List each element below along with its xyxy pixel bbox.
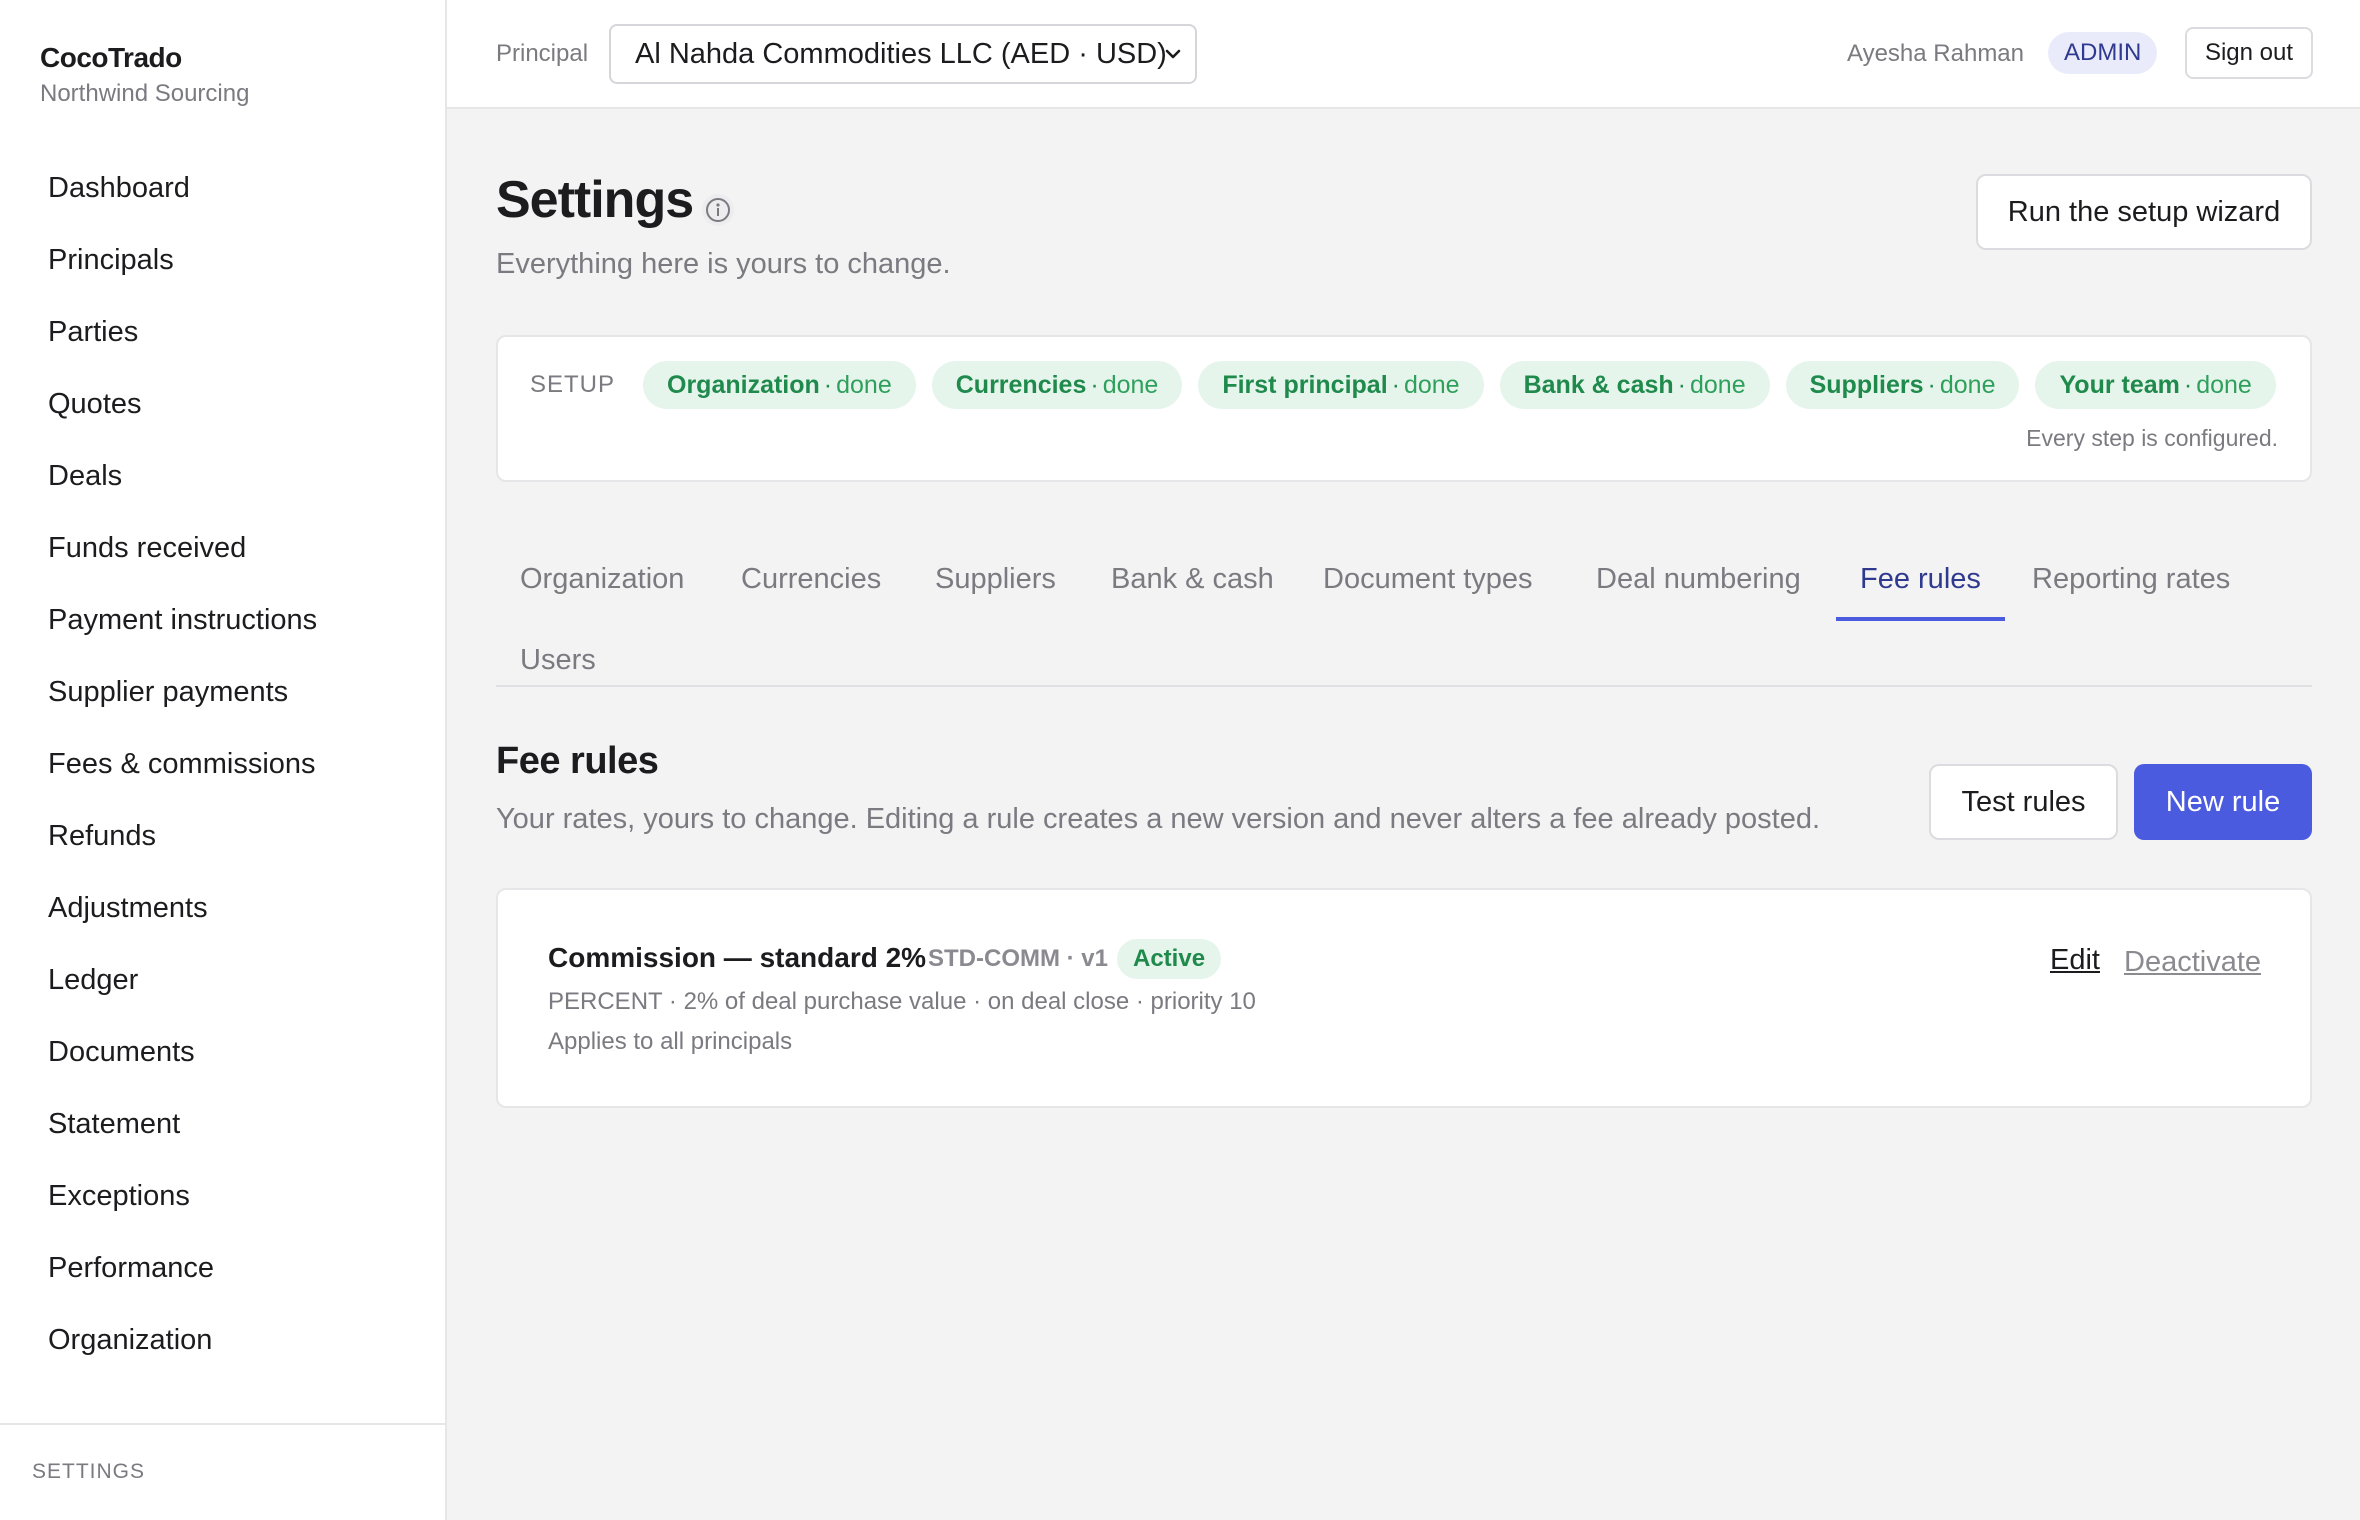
principal-select[interactable]: Al Nahda Commodities LLC (AED · USD)	[609, 24, 1197, 84]
rule-scope: Applies to all principals	[548, 1028, 793, 1055]
step-separator: ·	[2183, 371, 2193, 399]
step-separator: ·	[1090, 371, 1099, 399]
status-badge: Active	[1117, 939, 1222, 979]
setup-step-organization[interactable]: Organization · done	[643, 361, 916, 409]
step-status: done	[1939, 371, 1996, 399]
tab-organization[interactable]: Organization	[520, 549, 684, 621]
deactivate-rule-link[interactable]: Deactivate	[2124, 946, 2261, 979]
top-bar: Principal Al Nahda Commodities LLC (AED …	[447, 0, 2360, 109]
sidebar-item-parties[interactable]: Parties	[0, 304, 445, 376]
setup-note: Every step is configured.	[2026, 425, 2278, 451]
step-name: Organization	[667, 371, 820, 399]
fee-rules-subtitle: Your rates, yours to change. Editing a r…	[496, 803, 1821, 835]
fee-rules-title: Fee rules	[496, 740, 659, 782]
principal-select-value: Al Nahda Commodities LLC (AED · USD)	[635, 38, 1167, 70]
step-separator: ·	[1391, 371, 1400, 399]
tab-currencies[interactable]: Currencies	[741, 549, 881, 621]
sidebar-divider	[0, 1423, 445, 1425]
sidebar-item-principals[interactable]: Principals	[0, 232, 445, 304]
step-name: Currencies	[955, 371, 1087, 399]
rule-name: Commission — standard 2%	[548, 942, 927, 973]
setup-label: SETUP	[530, 371, 616, 398]
setup-step-your-team[interactable]: Your team · done	[2035, 361, 2276, 409]
rule-code: STD-COMM · v1	[928, 945, 1108, 972]
setup-steps: Organization · done Currencies · done First …	[643, 361, 2276, 409]
sidebar-item-exceptions[interactable]: Exceptions	[0, 1168, 445, 1240]
sidebar-item-adjustments[interactable]: Adjustments	[0, 880, 445, 952]
info-icon[interactable]	[700, 192, 736, 228]
sidebar-section-settings[interactable]: SETTINGS	[32, 1460, 145, 1484]
settings-tabs: Organization Currencies Suppliers Bank &…	[496, 533, 2312, 687]
brand-name: CocoTrado	[40, 42, 182, 73]
tab-users[interactable]: Users	[520, 630, 596, 702]
sidebar-item-documents[interactable]: Documents	[0, 1024, 445, 1096]
sidebar: CocoTrado Northwind Sourcing Dashboard P…	[0, 0, 447, 1520]
chevron-down-icon	[1165, 49, 1181, 59]
user-name: Ayesha Rahman	[1847, 40, 2024, 67]
sidebar-item-quotes[interactable]: Quotes	[0, 376, 445, 448]
sidebar-item-fees-commissions[interactable]: Fees & commissions	[0, 736, 445, 808]
sidebar-nav: Dashboard Principals Parties Quotes Deal…	[0, 160, 445, 1384]
sidebar-item-deals[interactable]: Deals	[0, 448, 445, 520]
new-rule-button[interactable]: New rule	[2134, 764, 2312, 840]
sidebar-item-ledger[interactable]: Ledger	[0, 952, 445, 1024]
sidebar-item-organization[interactable]: Organization	[0, 1312, 445, 1384]
tab-fee-rules[interactable]: Fee rules	[1836, 549, 2005, 621]
sidebar-item-payment-instructions[interactable]: Payment instructions	[0, 592, 445, 664]
sidebar-item-supplier-payments[interactable]: Supplier payments	[0, 664, 445, 736]
step-name: Suppliers	[1809, 371, 1924, 399]
sidebar-item-funds-received[interactable]: Funds received	[0, 520, 445, 592]
role-badge: ADMIN	[2048, 32, 2158, 74]
page-title: Settings	[496, 171, 694, 229]
sidebar-item-refunds[interactable]: Refunds	[0, 808, 445, 880]
setup-progress-card: SETUP Organization · done Currencies · done …	[496, 335, 2312, 482]
setup-step-currencies[interactable]: Currencies · done	[931, 361, 1183, 409]
step-separator: ·	[1927, 371, 1936, 399]
tab-document-types[interactable]: Document types	[1323, 549, 1533, 621]
sign-out-button[interactable]: Sign out	[2185, 27, 2313, 79]
step-separator: ·	[823, 371, 833, 399]
step-status: done	[836, 371, 892, 399]
brand-org: Northwind Sourcing	[40, 80, 250, 107]
setup-step-first-principal[interactable]: First principal · done	[1198, 361, 1484, 409]
edit-rule-link[interactable]: Edit	[2050, 944, 2100, 977]
sidebar-item-dashboard[interactable]: Dashboard	[0, 160, 445, 232]
test-rules-button[interactable]: Test rules	[1929, 764, 2118, 840]
tab-suppliers[interactable]: Suppliers	[935, 549, 1056, 621]
page-subtitle: Everything here is yours to change.	[496, 248, 951, 280]
step-name: Your team	[2059, 371, 2180, 399]
run-setup-wizard-button[interactable]: Run the setup wizard	[1976, 174, 2312, 250]
step-status: done	[1403, 371, 1460, 399]
tab-bank-cash[interactable]: Bank & cash	[1111, 549, 1274, 621]
setup-step-suppliers[interactable]: Suppliers · done	[1785, 361, 2020, 409]
step-status: done	[1102, 371, 1159, 399]
step-status: done	[2196, 371, 2252, 399]
step-separator: ·	[1677, 371, 1686, 399]
step-name: Bank & cash	[1523, 371, 1674, 399]
sidebar-item-performance[interactable]: Performance	[0, 1240, 445, 1312]
brand: CocoTrado Northwind Sourcing	[40, 42, 249, 108]
step-name: First principal	[1222, 371, 1388, 399]
step-status: done	[1689, 371, 1746, 399]
tab-reporting-rates[interactable]: Reporting rates	[2032, 549, 2230, 621]
sidebar-item-statement[interactable]: Statement	[0, 1096, 445, 1168]
setup-step-bank-cash[interactable]: Bank & cash · done	[1499, 361, 1770, 409]
tab-deal-numbering[interactable]: Deal numbering	[1596, 549, 1801, 621]
fee-rule-card: Commission — standard 2% STD-COMM · v1 A…	[496, 888, 2312, 1108]
principal-label: Principal	[496, 40, 589, 67]
rule-detail: PERCENT · 2% of deal purchase value · on…	[548, 988, 1256, 1015]
